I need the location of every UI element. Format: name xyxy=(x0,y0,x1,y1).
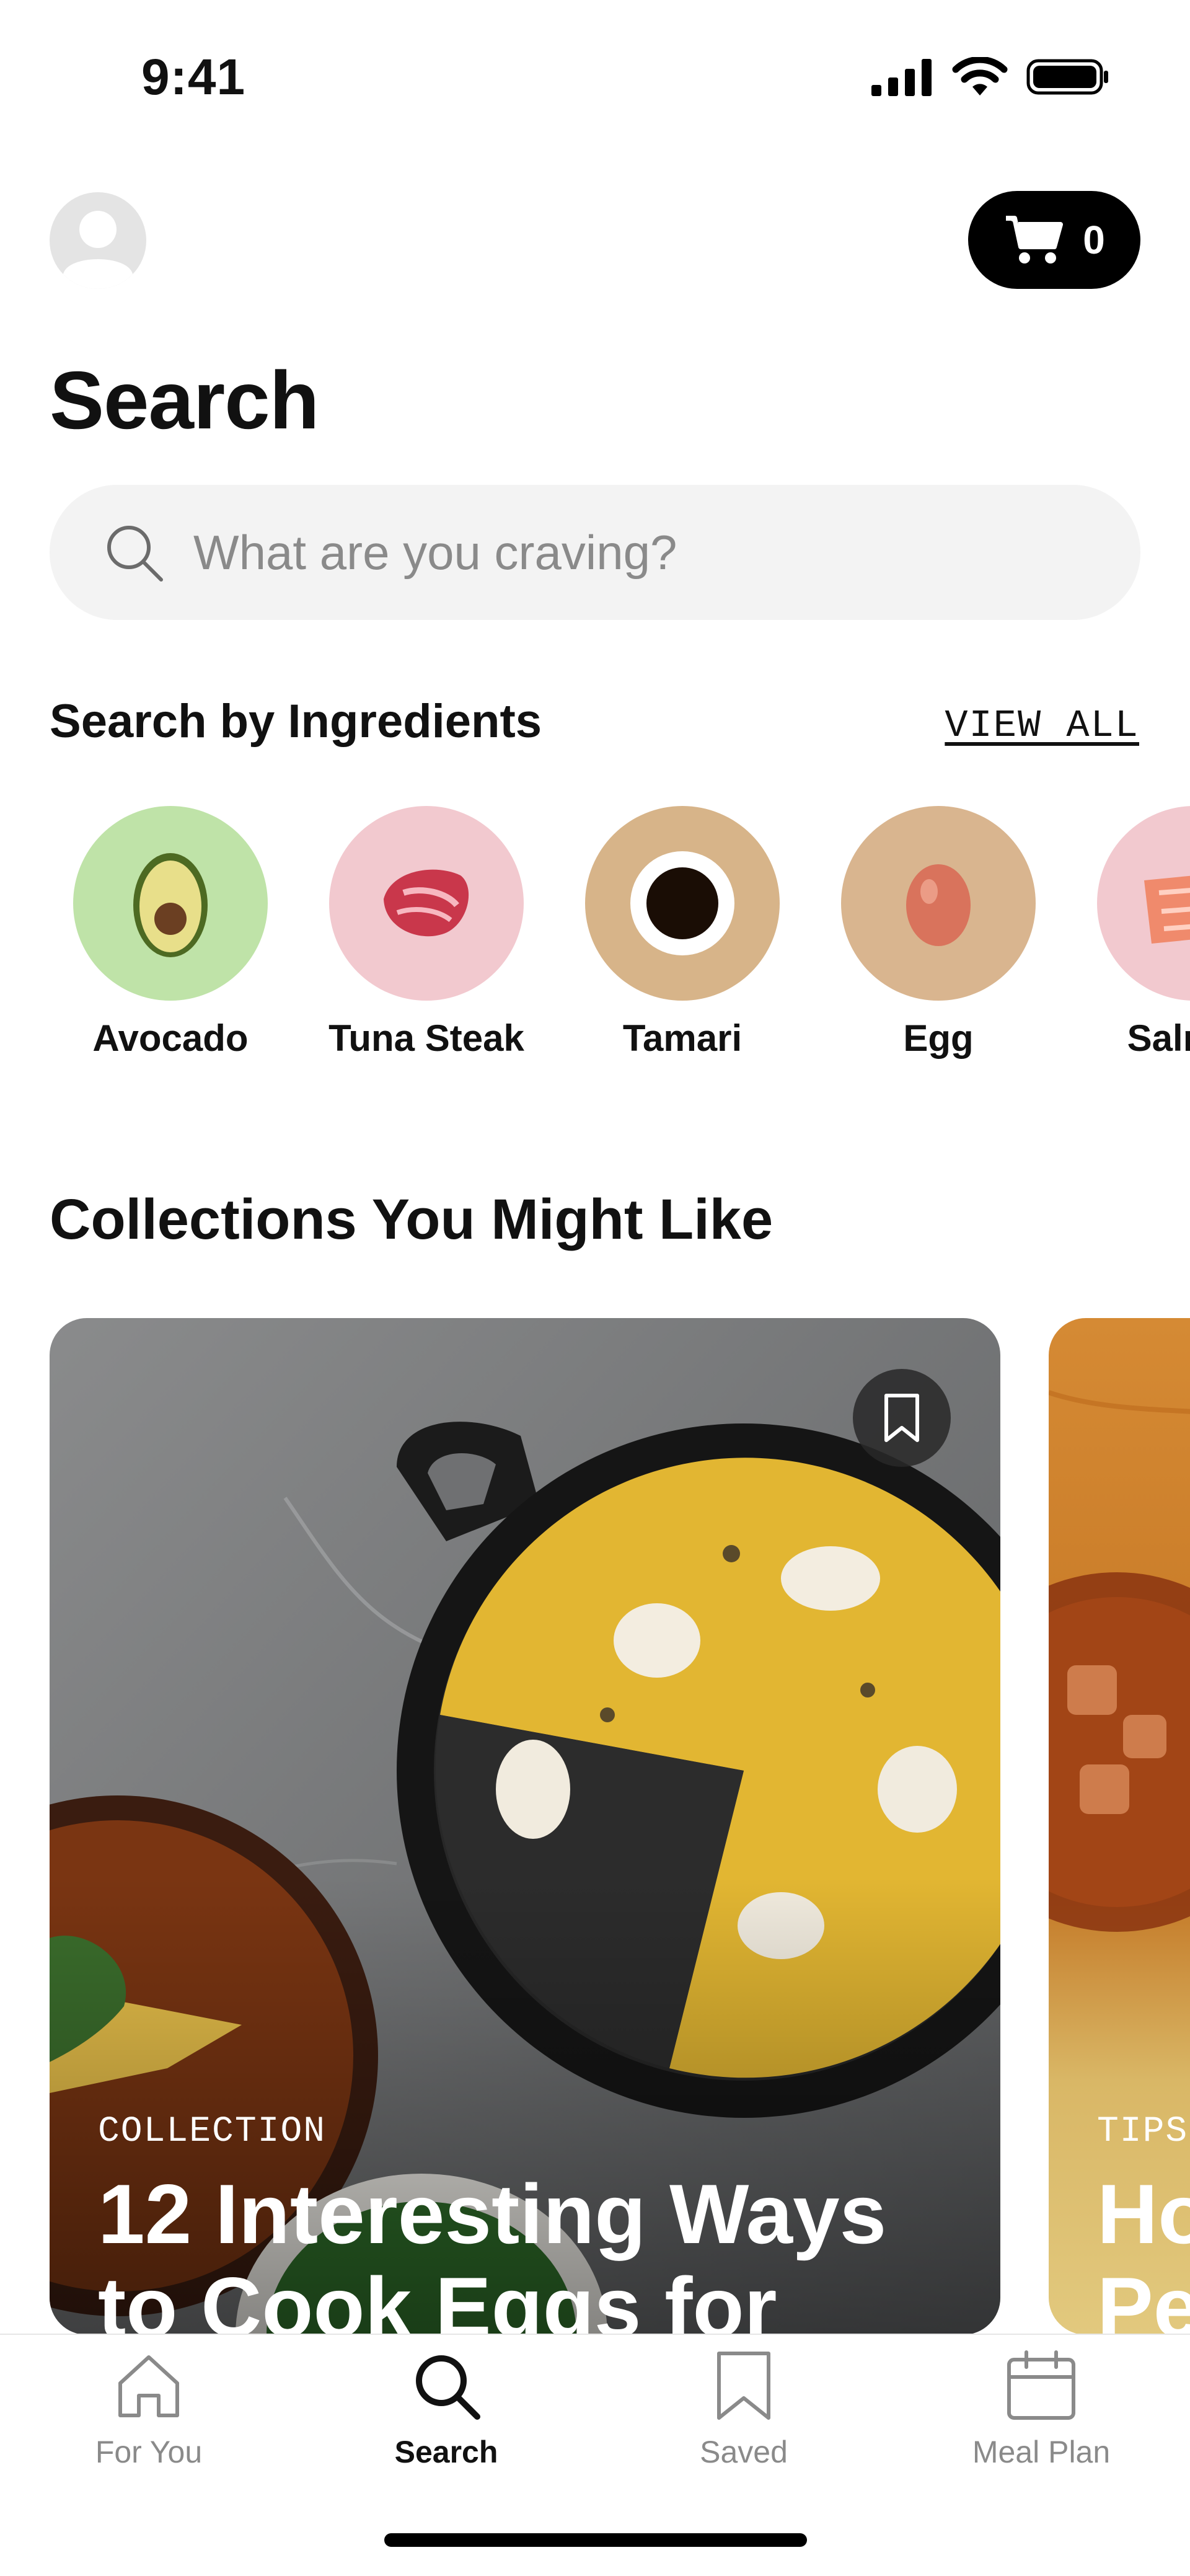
search-icon xyxy=(416,2355,480,2420)
ingredients-section-title: Search by Ingredients xyxy=(50,695,542,748)
tab-label: Meal Plan xyxy=(972,2435,1111,2469)
collections-section-title: Collections You Might Like xyxy=(50,1188,774,1251)
tab-search[interactable]: Search xyxy=(353,2348,539,2470)
search-input[interactable] xyxy=(192,523,1062,582)
card-title: 12 Interesting Ways to Cook Eggs for xyxy=(98,2167,887,2335)
ingredient-tuna-steak[interactable]: Tuna Steak xyxy=(327,806,526,1060)
ingredient-label: Tuna Steak xyxy=(328,1017,524,1059)
egg-image xyxy=(841,806,1036,1001)
cellular-signal-icon xyxy=(871,59,932,96)
search-bar[interactable] xyxy=(50,485,1140,620)
search-icon xyxy=(107,526,163,582)
bookmark-icon xyxy=(717,2352,770,2420)
profile-avatar-button[interactable] xyxy=(50,192,146,289)
ingredient-label: Salmon xyxy=(1127,1017,1190,1059)
tuna-steak-icon xyxy=(384,869,469,937)
ingredient-salmon[interactable]: Salmon xyxy=(1095,806,1190,1060)
card-kicker: COLLECTION xyxy=(98,2112,327,2152)
ingredient-egg[interactable]: Egg xyxy=(839,806,1038,1060)
battery-icon xyxy=(1026,59,1108,95)
user-avatar-icon xyxy=(63,211,133,289)
home-indicator xyxy=(384,2533,807,2547)
wifi-icon xyxy=(952,57,1008,95)
ingredient-label: Egg xyxy=(903,1017,974,1059)
bookmark-icon xyxy=(884,1394,919,1442)
ingredient-label: Tamari xyxy=(622,1017,743,1059)
salmon-icon xyxy=(1144,875,1190,944)
search-screen: 9:41 0 Search What are you craving? Sear… xyxy=(0,0,1190,2576)
ingredients-carousel[interactable]: Avocado Tuna Steak Tamari Egg Sal xyxy=(0,806,1190,1066)
home-icon xyxy=(118,2355,179,2417)
ingredient-avocado[interactable]: Avocado xyxy=(71,806,270,1060)
tuna-steak-image xyxy=(329,806,524,1001)
tab-meal-plan[interactable]: Meal Plan xyxy=(948,2348,1134,2470)
tab-for-you[interactable]: For You xyxy=(56,2348,242,2470)
cart-button[interactable]: 0 xyxy=(968,191,1140,289)
tab-saved[interactable]: Saved xyxy=(651,2348,837,2470)
egg-icon xyxy=(906,864,971,946)
card-title: Ho Pe xyxy=(1097,2167,1190,2335)
view-all-link[interactable]: VIEW ALL xyxy=(945,704,1139,748)
tamari-icon xyxy=(630,851,734,955)
avocado-image xyxy=(73,806,268,1001)
avocado-icon xyxy=(133,853,208,957)
page-title: Search xyxy=(50,355,319,446)
tab-label: Search xyxy=(394,2435,498,2469)
bookmark-button[interactable] xyxy=(853,1369,951,1467)
cart-count: 0 xyxy=(1083,218,1105,262)
status-icons xyxy=(871,57,1109,97)
tab-label: Saved xyxy=(700,2435,788,2469)
collection-card[interactable]: TIPS Ho Pe xyxy=(1049,1318,1190,2335)
ingredient-tamari[interactable]: Tamari xyxy=(583,806,782,1060)
salmon-image xyxy=(1097,806,1190,1001)
status-time: 9:41 xyxy=(141,49,246,105)
card-kicker: TIPS xyxy=(1097,2112,1189,2152)
calendar-icon xyxy=(1007,2350,1075,2420)
tamari-image xyxy=(585,806,780,1001)
ingredient-label: Avocado xyxy=(92,1017,249,1059)
tab-label: For You xyxy=(95,2435,203,2469)
cart-icon xyxy=(1006,216,1064,263)
collection-card[interactable]: COLLECTION 12 Interesting Ways to Cook E… xyxy=(50,1318,1000,2335)
